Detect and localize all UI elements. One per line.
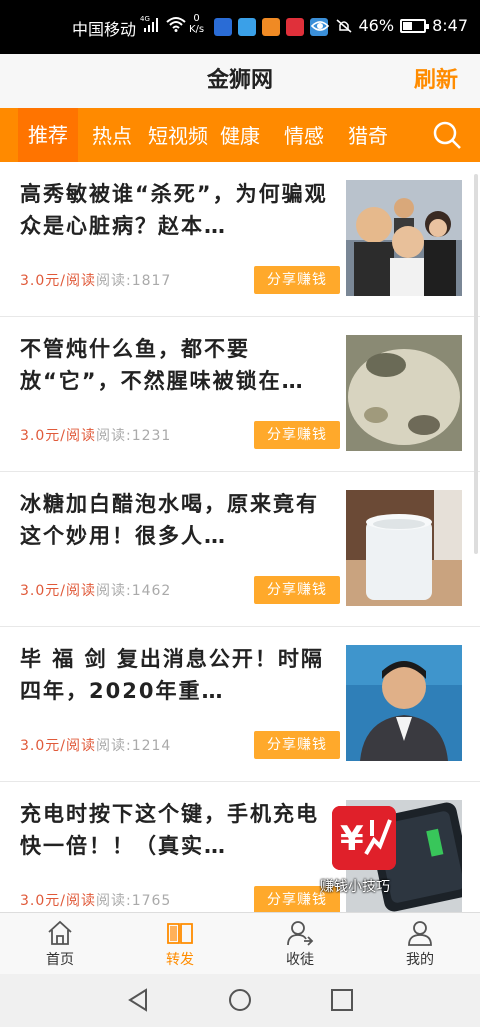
- browser-app-icon: [238, 18, 256, 36]
- profile-icon: [408, 921, 432, 946]
- article-item[interactable]: 不管炖什么鱼，都不要放“它”，不然腥味被锁在… 3.0元/阅读阅读:1231 分…: [0, 317, 480, 472]
- price-per-read: 3.0元/阅读: [20, 738, 96, 754]
- header: 金狮网 刷新: [0, 54, 480, 108]
- network-type: 4G: [140, 15, 150, 23]
- nav-label: 收徒: [286, 952, 314, 968]
- nav-label: 我的: [406, 952, 434, 968]
- tab-health[interactable]: 健康: [220, 120, 260, 149]
- price-per-read: 3.0元/阅读: [20, 273, 96, 289]
- thumbnail-image: [346, 180, 462, 296]
- signal-icon: 4G: [140, 15, 158, 32]
- promo-label: 赚钱小技巧: [320, 879, 390, 895]
- article-thumbnail[interactable]: [346, 645, 462, 761]
- orange-app-icon: [262, 18, 280, 36]
- yuan-chart-icon: ¥: [332, 806, 396, 870]
- article-item[interactable]: 冰糖加白醋泡水喝，原来竟有这个妙用！很多人… 3.0元/阅读阅读:1462 分享…: [0, 472, 480, 627]
- article-thumbnail[interactable]: [346, 490, 462, 606]
- money-tips-promo[interactable]: ¥ 赚钱小技巧: [320, 806, 406, 902]
- read-count: 阅读:1231: [95, 428, 172, 444]
- status-right: 46% 8:47: [310, 16, 468, 35]
- system-navigation-bar: [0, 974, 480, 1027]
- scrollbar[interactable]: [474, 174, 478, 554]
- thumbnail-image: [346, 335, 462, 451]
- wifi-icon: [166, 17, 186, 32]
- book-icon: [167, 923, 193, 944]
- thumbnail-image: [346, 645, 462, 761]
- home-circle-icon[interactable]: [228, 988, 252, 1012]
- article-thumbnail[interactable]: [346, 335, 462, 451]
- svg-text:¥: ¥: [340, 819, 364, 859]
- share-earn-button[interactable]: 分享赚钱: [254, 266, 340, 294]
- article-title[interactable]: 充电时按下这个键，手机充电快一倍！！（真实…: [20, 798, 338, 862]
- read-count: 阅读:1817: [95, 273, 172, 289]
- refresh-button[interactable]: 刷新: [414, 62, 458, 94]
- share-earn-button[interactable]: 分享赚钱: [254, 576, 340, 604]
- battery-fill: [403, 21, 413, 30]
- tab-short-video[interactable]: 短视频: [148, 120, 208, 149]
- mute-bell-icon: [336, 18, 351, 33]
- nav-home[interactable]: 首页: [0, 913, 120, 974]
- red-app-icon: [286, 18, 304, 36]
- read-count: 阅读:1765: [95, 893, 172, 909]
- tab-recommend[interactable]: 推荐: [18, 108, 78, 162]
- tab-curious[interactable]: 猎奇: [348, 120, 388, 149]
- read-count: 阅读:1462: [95, 583, 172, 599]
- page-title: 金狮网: [206, 68, 273, 93]
- article-meta: 3.0元/阅读阅读:1231: [20, 425, 171, 445]
- carrier-label: 中国移动: [72, 20, 137, 39]
- article-meta: 3.0元/阅读阅读:1462: [20, 580, 171, 600]
- network-speed: 0 K/s: [189, 13, 204, 35]
- clock: 8:47: [432, 16, 468, 35]
- back-icon[interactable]: [126, 988, 150, 1012]
- speed-value: 0: [193, 13, 200, 24]
- tab-emotion[interactable]: 情感: [284, 120, 324, 149]
- share-earn-button[interactable]: 分享赚钱: [254, 731, 340, 759]
- recents-square-icon[interactable]: [330, 988, 354, 1012]
- read-count: 阅读:1214: [95, 738, 172, 754]
- article-item[interactable]: 高秀敏被谁“杀死”，为何骗观众是心脏病？赵本… 3.0元/阅读阅读:1817 分…: [0, 162, 480, 317]
- battery-percent: 46%: [358, 16, 395, 35]
- article-item[interactable]: 毕 福 剑 复出消息公开！时隔四年，2020年重… 3.0元/阅读阅读:1214…: [0, 627, 480, 782]
- nav-profile[interactable]: 我的: [360, 913, 480, 974]
- status-bar: 中国移动 4G 0 K/s 46% 8:47: [0, 0, 480, 54]
- speed-unit: K/s: [189, 24, 205, 35]
- add-user-icon: [287, 921, 314, 946]
- nav-label: 首页: [46, 952, 74, 968]
- article-meta: 3.0元/阅读阅读:1817: [20, 270, 171, 290]
- eye-icon: [310, 20, 329, 31]
- bottom-nav: 首页 转发 收徒 我的: [0, 912, 480, 974]
- thumbnail-image: [346, 490, 462, 606]
- category-tabs: 推荐 热点 短视频 健康 情感 猎奇: [0, 108, 480, 162]
- article-title[interactable]: 毕 福 剑 复出消息公开！时隔四年，2020年重…: [20, 643, 338, 707]
- home-icon: [48, 920, 72, 945]
- article-meta: 3.0元/阅读阅读:1765: [20, 890, 171, 910]
- article-title[interactable]: 不管炖什么鱼，都不要放“它”，不然腥味被锁在…: [20, 333, 338, 397]
- article-list[interactable]: 高秀敏被谁“杀死”，为何骗观众是心脏病？赵本… 3.0元/阅读阅读:1817 分…: [0, 162, 480, 912]
- share-earn-button[interactable]: 分享赚钱: [254, 421, 340, 449]
- shield-app-icon: [214, 18, 232, 36]
- price-per-read: 3.0元/阅读: [20, 583, 96, 599]
- price-per-read: 3.0元/阅读: [20, 893, 96, 909]
- tab-hot[interactable]: 热点: [92, 120, 132, 149]
- search-icon[interactable]: [432, 120, 462, 150]
- battery-icon: [400, 18, 430, 33]
- nav-forward[interactable]: 转发: [120, 913, 240, 974]
- nav-label: 转发: [166, 952, 194, 968]
- article-meta: 3.0元/阅读阅读:1214: [20, 735, 171, 755]
- article-title[interactable]: 高秀敏被谁“杀死”，为何骗观众是心脏病？赵本…: [20, 178, 338, 242]
- price-per-read: 3.0元/阅读: [20, 428, 96, 444]
- nav-recruit[interactable]: 收徒: [240, 913, 360, 974]
- article-title[interactable]: 冰糖加白醋泡水喝，原来竟有这个妙用！很多人…: [20, 488, 338, 552]
- article-thumbnail[interactable]: [346, 180, 462, 296]
